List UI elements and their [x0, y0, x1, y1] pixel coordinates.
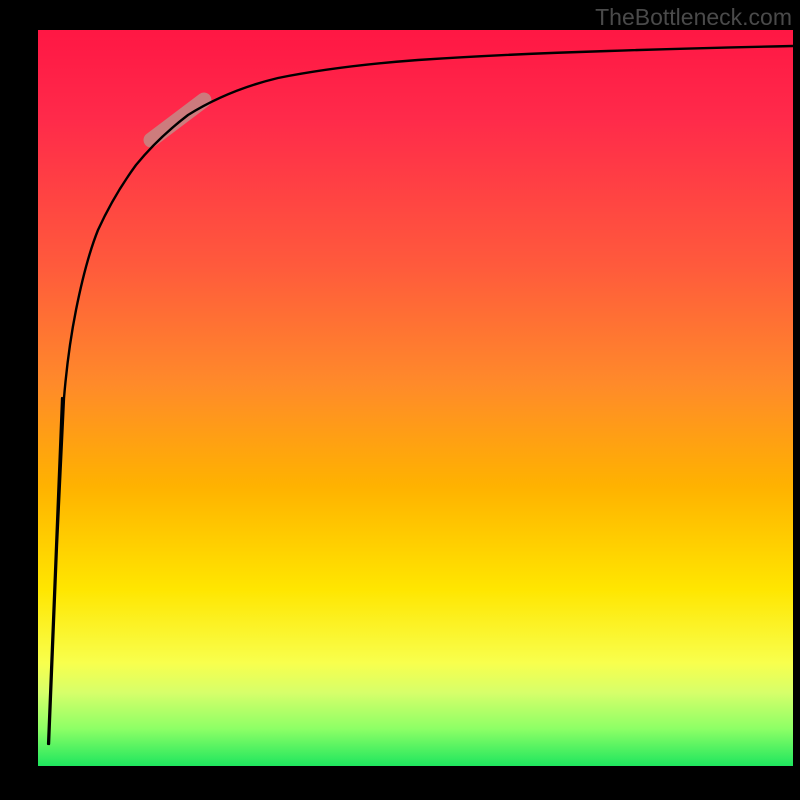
plot-area: [38, 30, 793, 766]
highlight-segment: [151, 100, 204, 140]
bottleneck-curve: [49, 46, 793, 744]
chart-frame: TheBottleneck.com: [0, 0, 800, 800]
watermark-text: TheBottleneck.com: [595, 4, 792, 31]
curve-layer: [38, 30, 793, 766]
vertical-guide: [48, 398, 62, 744]
